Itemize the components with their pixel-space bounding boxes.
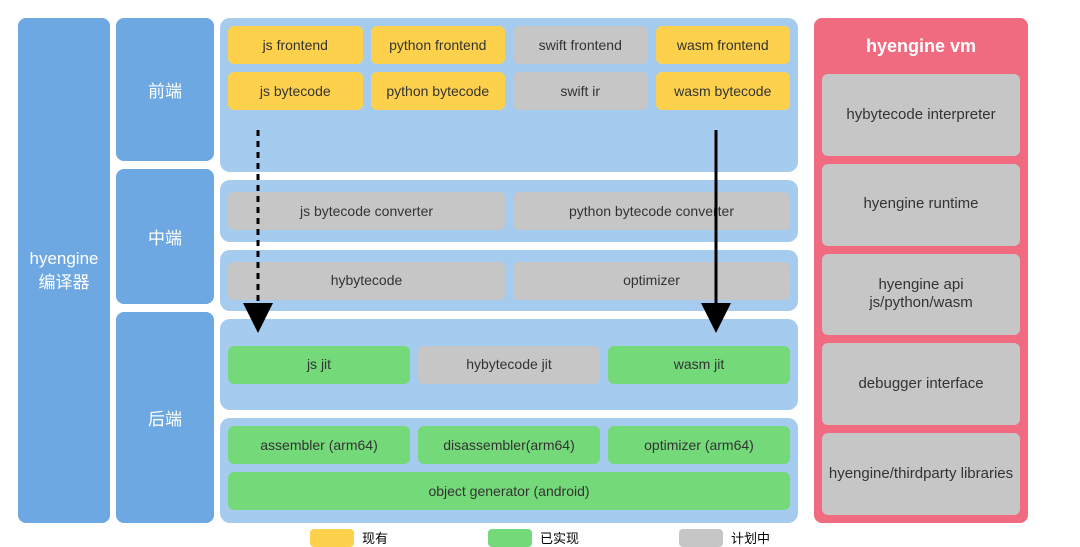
middle-group-wrap: js bytecode converterpython bytecode con… — [220, 180, 798, 311]
legend: 现有 已实现 计划中 — [260, 528, 820, 547]
frontend-row2: js bytecodepython bytecodeswift irwasm b… — [228, 72, 790, 110]
diagram-card: object generator (android) — [228, 472, 790, 510]
middle-row1: js bytecode converterpython bytecode con… — [228, 192, 790, 230]
backend-group-a: js jithybytecode jitwasm jit — [220, 319, 798, 409]
middle-row2: hybytecodeoptimizer — [228, 262, 790, 300]
compiler-title-l2: 编译器 — [39, 271, 90, 295]
diagram-card: js jit — [228, 346, 410, 384]
diagram-card: wasm frontend — [656, 26, 791, 64]
middle-group-a: js bytecode converterpython bytecode con… — [220, 180, 798, 242]
diagram-card: hybytecode — [228, 262, 505, 300]
diagram-card: assembler (arm64) — [228, 426, 410, 464]
legend-label: 已实现 — [540, 528, 579, 547]
diagram-card: js bytecode — [228, 72, 363, 110]
vm-column: hyengine vm hybytecode interpreter hyeng… — [814, 18, 1028, 523]
stage-middle: 中端 — [116, 169, 214, 305]
vm-item: debugger interface — [822, 343, 1020, 425]
content-column: js frontendpython frontendswift frontend… — [220, 18, 798, 523]
vm-item: hyengine runtime — [822, 164, 1020, 246]
legend-item: 已实现 — [488, 528, 579, 547]
diagram-card: js frontend — [228, 26, 363, 64]
stage-frontend: 前端 — [116, 18, 214, 161]
vm-item: hyengine/thirdparty libraries — [822, 433, 1020, 515]
vm-item: hybytecode interpreter — [822, 74, 1020, 156]
diagram-card: swift frontend — [513, 26, 648, 64]
diagram-card: optimizer (arm64) — [608, 426, 790, 464]
stage-labels: 前端 中端 后端 — [116, 18, 214, 523]
backend-row3: object generator (android) — [228, 472, 790, 510]
legend-label: 计划中 — [731, 528, 770, 547]
diagram-card: wasm jit — [608, 346, 790, 384]
diagram-card: optimizer — [513, 262, 790, 300]
vm-title: hyengine vm — [822, 26, 1020, 66]
backend-row2: assembler (arm64)disassembler(arm64)opti… — [228, 426, 790, 464]
diagram-card: hybytecode jit — [418, 346, 600, 384]
legend-swatch — [310, 529, 354, 547]
frontend-row1: js frontendpython frontendswift frontend… — [228, 26, 790, 64]
frontend-group: js frontendpython frontendswift frontend… — [220, 18, 798, 172]
backend-group-b: assembler (arm64)disassembler(arm64)opti… — [220, 418, 798, 523]
legend-item: 现有 — [310, 528, 388, 547]
diagram-card: disassembler(arm64) — [418, 426, 600, 464]
backend-row1: js jithybytecode jitwasm jit — [228, 346, 790, 384]
diagram-card: swift ir — [513, 72, 648, 110]
compiler-title-l1: hyengine — [29, 247, 98, 271]
diagram-card: python frontend — [371, 26, 506, 64]
legend-item: 计划中 — [679, 528, 770, 547]
diagram-card: python bytecode converter — [513, 192, 790, 230]
diagram-card: python bytecode — [371, 72, 506, 110]
legend-label: 现有 — [362, 528, 388, 547]
backend-group-wrap: js jithybytecode jitwasm jit assembler (… — [220, 319, 798, 523]
legend-swatch — [679, 529, 723, 547]
middle-group-b: hybytecodeoptimizer — [220, 250, 798, 312]
architecture-diagram: hyengine 编译器 前端 中端 后端 js frontendpython … — [18, 18, 1062, 523]
legend-swatch — [488, 529, 532, 547]
diagram-card: js bytecode converter — [228, 192, 505, 230]
stage-backend: 后端 — [116, 312, 214, 523]
diagram-card: wasm bytecode — [656, 72, 791, 110]
vm-panel: hyengine vm hybytecode interpreter hyeng… — [814, 18, 1028, 523]
vm-item: hyengine api js/python/wasm — [822, 254, 1020, 336]
compiler-pillar: hyengine 编译器 — [18, 18, 110, 523]
